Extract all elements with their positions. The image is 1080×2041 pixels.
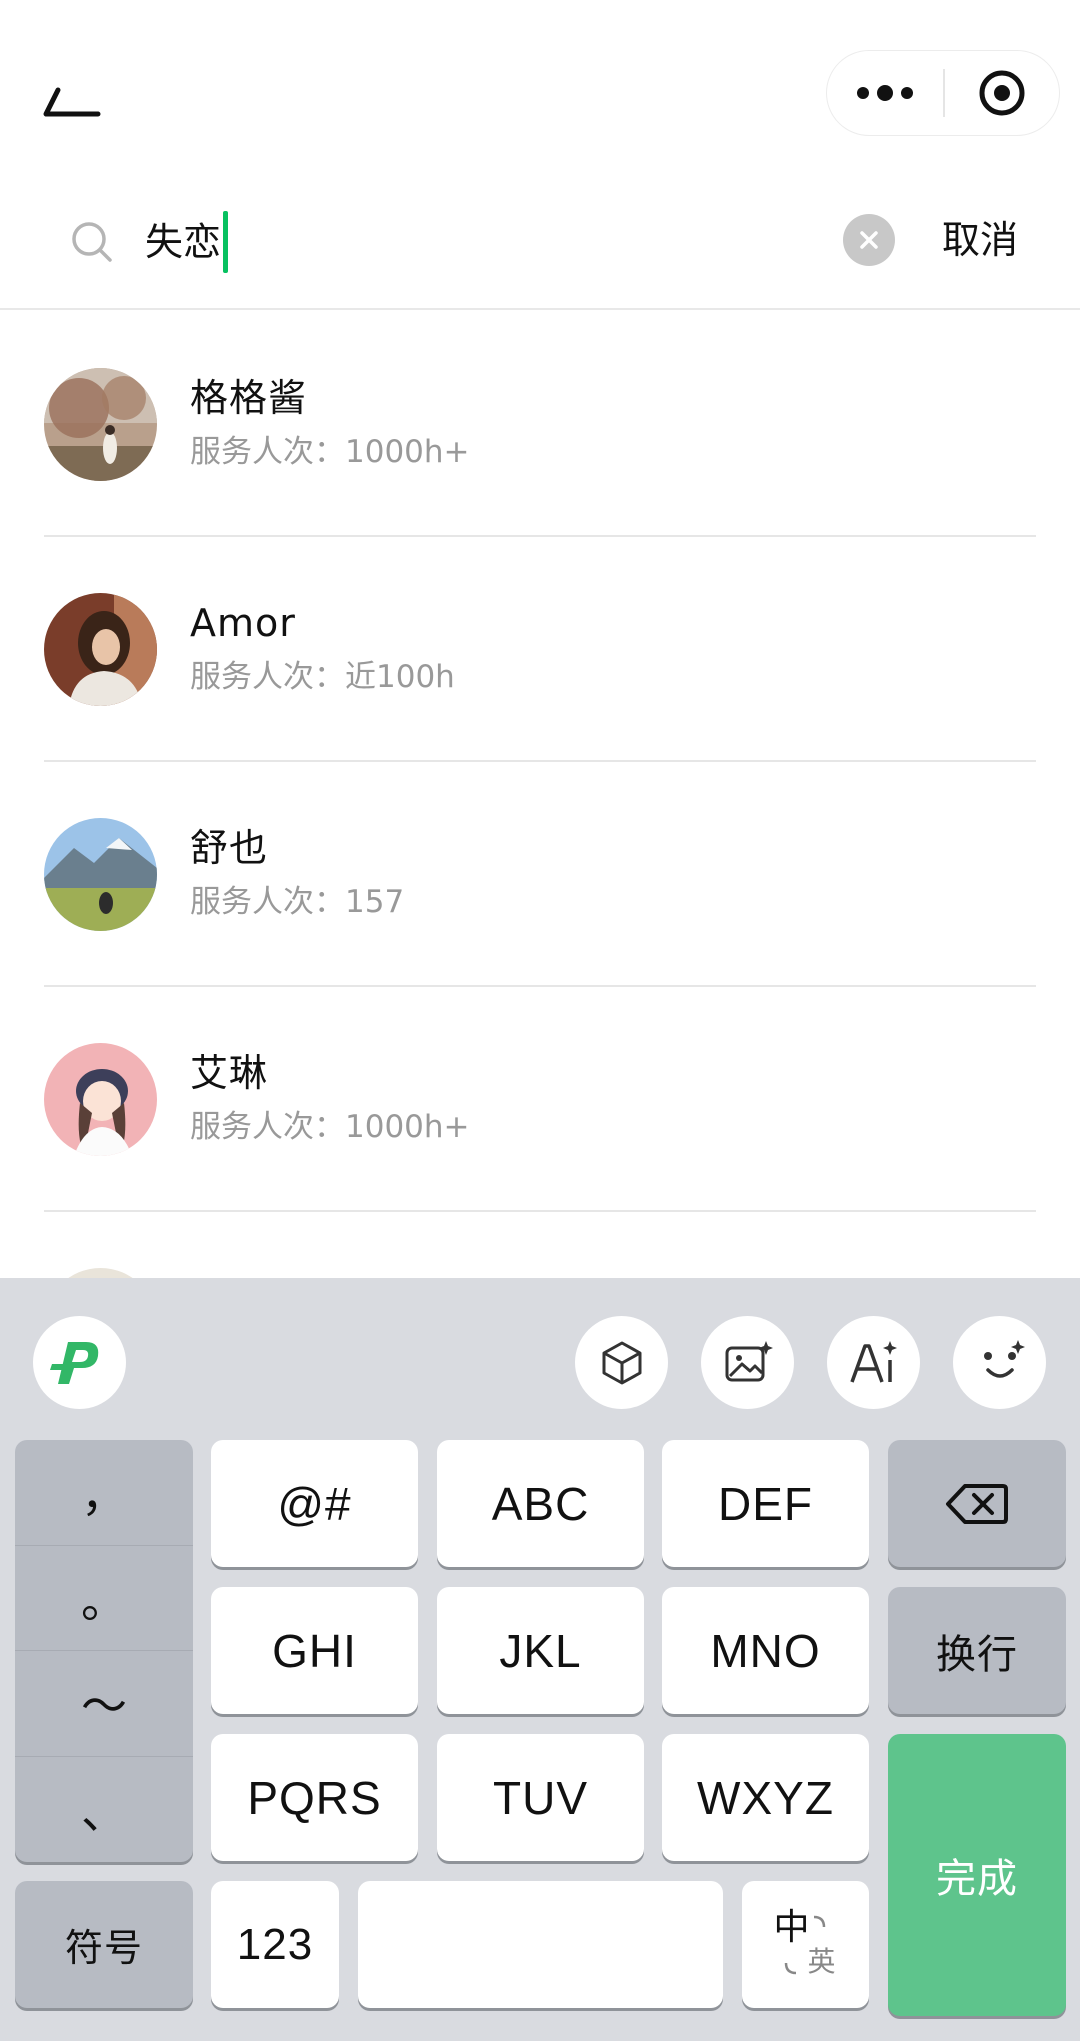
result-list: 格格酱 服务人次：1000h+ Amor 服务人次：近100h 舒也 服务人次：… [0, 312, 1080, 1381]
key-symbols-at[interactable]: @# [211, 1440, 418, 1567]
result-service-count: 服务人次：近100h [190, 659, 455, 695]
list-item[interactable]: 格格酱 服务人次：1000h+ [0, 312, 1080, 537]
key-label: 完成 [936, 1857, 1018, 1901]
punctuation-key[interactable]: ， [15, 1440, 193, 1546]
avatar [44, 593, 157, 706]
keyboard: ， 。 ～ 、 @# ABC DEF GHI JKL MNO PQRS TUV … [0, 1278, 1080, 2041]
close-mini-program-icon[interactable] [945, 50, 1059, 136]
pinyin-logo-icon[interactable] [33, 1316, 126, 1409]
symbols-key[interactable]: 符号 [15, 1881, 193, 2008]
key-mno[interactable]: MNO [662, 1587, 869, 1714]
key-label: TUV [493, 1771, 588, 1824]
result-service-count: 服务人次：157 [190, 884, 405, 920]
key-pqrs[interactable]: PQRS [211, 1734, 418, 1861]
key-label: GHI [272, 1624, 357, 1677]
search-icon [70, 220, 114, 264]
punctuation-key[interactable]: 、 [15, 1757, 193, 1863]
backspace-key[interactable] [888, 1440, 1066, 1567]
key-abc[interactable]: ABC [437, 1440, 644, 1567]
newline-key[interactable]: 换行 [888, 1587, 1066, 1714]
avatar [44, 818, 157, 931]
face-emoji-icon[interactable] [953, 1316, 1046, 1409]
list-item[interactable]: 舒也 服务人次：157 [0, 762, 1080, 987]
key-label: ABC [491, 1477, 590, 1530]
cube-icon[interactable] [575, 1316, 668, 1409]
result-name: 格格酱 [190, 376, 308, 420]
language-switch-label: 中 英 [766, 1905, 846, 1985]
key-label: PQRS [247, 1771, 382, 1824]
result-name: 艾琳 [190, 1051, 269, 1095]
punctuation-key[interactable]: ～ [15, 1651, 193, 1757]
result-name: Amor [190, 601, 296, 645]
keyboard-toolbar [0, 1278, 1080, 1428]
mini-program-capsule [826, 50, 1060, 136]
done-key[interactable]: 完成 [888, 1734, 1066, 2016]
list-item[interactable]: Amor 服务人次：近100h [0, 537, 1080, 762]
search-query-text: 失恋 [145, 220, 222, 264]
punctuation-key[interactable]: 。 [15, 1546, 193, 1651]
key-label: @# [277, 1477, 352, 1530]
top-nav [0, 0, 1080, 180]
key-def[interactable]: DEF [662, 1440, 869, 1567]
more-options-icon[interactable] [827, 50, 943, 136]
key-label: MNO [710, 1624, 821, 1677]
list-item[interactable]: 艾琳 服务人次：1000h+ [0, 987, 1080, 1212]
key-label: DEF [718, 1477, 813, 1530]
result-service-count: 服务人次：1000h+ [190, 1109, 470, 1145]
text-caret [223, 211, 229, 273]
back-icon[interactable] [38, 84, 108, 124]
ai-icon[interactable] [827, 1316, 920, 1409]
avatar [44, 368, 157, 481]
cancel-button[interactable]: 取消 [942, 210, 1018, 270]
language-switch-key[interactable]: 中 英 [742, 1881, 869, 2008]
list-item-partial[interactable] [0, 1212, 1080, 1381]
avatar [44, 1043, 157, 1156]
numbers-key[interactable]: 123 [211, 1881, 339, 2008]
key-ghi[interactable]: GHI [211, 1587, 418, 1714]
search-input[interactable]: 失恋 [145, 211, 229, 273]
space-key[interactable] [358, 1881, 723, 2008]
key-label: WXYZ [697, 1771, 834, 1824]
result-service-count: 服务人次：1000h+ [190, 434, 470, 470]
key-label: 123 [236, 1919, 314, 1969]
key-label: 换行 [936, 1632, 1018, 1677]
key-jkl[interactable]: JKL [437, 1587, 644, 1714]
clear-search-icon[interactable] [843, 214, 895, 266]
key-wxyz[interactable]: WXYZ [662, 1734, 869, 1861]
key-tuv[interactable]: TUV [437, 1734, 644, 1861]
key-label: JKL [499, 1624, 582, 1677]
search-bar: 失恋 取消 [0, 180, 1080, 310]
swap-arrow-icon [784, 1915, 825, 1974]
image-sparkle-icon[interactable] [701, 1316, 794, 1409]
result-name: 舒也 [190, 826, 269, 870]
punctuation-column: ， 。 ～ 、 [15, 1440, 193, 1862]
backspace-icon [946, 1483, 1008, 1524]
key-label: 符号 [64, 1928, 143, 1970]
